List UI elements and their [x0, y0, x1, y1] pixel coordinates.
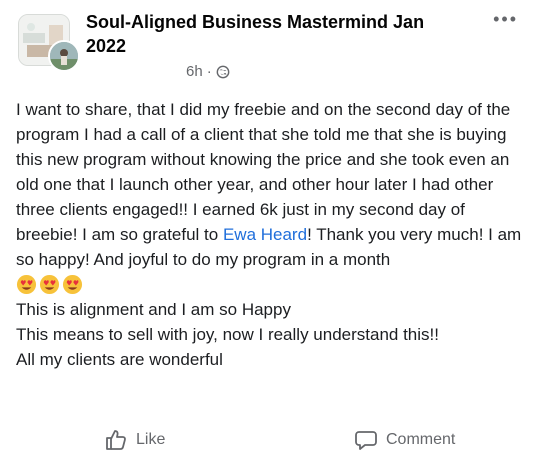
like-button[interactable]: Like	[104, 428, 165, 452]
group-avatar[interactable]	[18, 14, 80, 72]
post-text-part: I want to share, that I did my freebie a…	[16, 100, 511, 244]
post-paragraph: I want to share, that I did my freebie a…	[16, 97, 528, 272]
post-meta: 6h ·	[186, 63, 230, 80]
heart-eyes-emoji-icon	[62, 274, 83, 295]
heart-eyes-emoji-icon	[39, 274, 60, 295]
post-line: This means to sell with joy, now I reall…	[16, 325, 439, 344]
mention-link[interactable]: Ewa Heard	[223, 225, 307, 244]
user-avatar	[48, 40, 80, 72]
more-horizontal-icon[interactable]: •••	[493, 10, 518, 28]
thumbs-up-icon	[106, 430, 126, 450]
meta-separator: ·	[206, 63, 212, 80]
comment-label: Comment	[386, 431, 456, 448]
emoji-row	[16, 272, 528, 297]
group-name[interactable]: Soul-Aligned Business Mastermind Jan 202…	[86, 10, 466, 58]
comment-button[interactable]: Comment	[354, 428, 455, 452]
post-actions: Like Comment	[0, 428, 540, 460]
post-body: I want to share, that I did my freebie a…	[16, 97, 528, 372]
post-timestamp[interactable]: 6h	[186, 63, 203, 80]
comment-bubble-icon	[355, 431, 377, 450]
globe-icon	[216, 65, 230, 78]
heart-eyes-emoji-icon	[16, 274, 37, 295]
post-line: This is alignment and I am so Happy	[16, 300, 291, 319]
post-card: Soul-Aligned Business Mastermind Jan 202…	[0, 0, 540, 465]
like-label: Like	[136, 431, 166, 448]
post-line: All my clients are wonderful	[16, 350, 223, 369]
